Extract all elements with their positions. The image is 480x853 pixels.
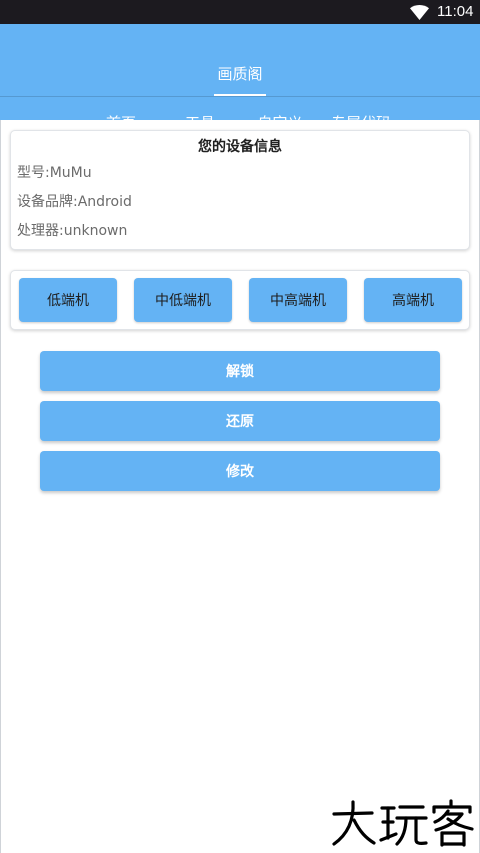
device-info-card: 您的设备信息 型号:MuMu 设备品牌:Android 处理器:unknown bbox=[10, 130, 470, 250]
app-bar: 画质阁 首页 工具 自定义 专属代码 bbox=[0, 24, 480, 144]
watermark-logo bbox=[332, 799, 474, 847]
status-bar: 11:04 bbox=[0, 0, 480, 24]
app-title: 画质阁 bbox=[217, 65, 263, 83]
device-info-title: 您的设备信息 bbox=[198, 139, 282, 155]
status-time: 11:04 bbox=[437, 3, 474, 20]
mid-low-end-button[interactable]: 中低端机 bbox=[134, 278, 232, 322]
model-info: 型号:MuMu bbox=[17, 165, 92, 181]
brand-info: 设备品牌:Android bbox=[17, 194, 132, 210]
app-bar-divider bbox=[0, 96, 480, 97]
device-tier-card: 低端机 中低端机 中高端机 高端机 bbox=[10, 270, 470, 330]
processor-info: 处理器:unknown bbox=[17, 223, 128, 239]
home-page: 您的设备信息 型号:MuMu 设备品牌:Android 处理器:unknown … bbox=[0, 120, 480, 853]
title-tab[interactable]: 画质阁 bbox=[214, 48, 266, 96]
modify-button[interactable]: 修改 bbox=[40, 451, 440, 491]
unlock-button[interactable]: 解锁 bbox=[40, 351, 440, 391]
low-end-button[interactable]: 低端机 bbox=[19, 278, 117, 322]
high-end-button[interactable]: 高端机 bbox=[364, 278, 462, 322]
restore-button[interactable]: 还原 bbox=[40, 401, 440, 441]
wifi-icon bbox=[410, 5, 429, 20]
mid-high-end-button[interactable]: 中高端机 bbox=[249, 278, 347, 322]
